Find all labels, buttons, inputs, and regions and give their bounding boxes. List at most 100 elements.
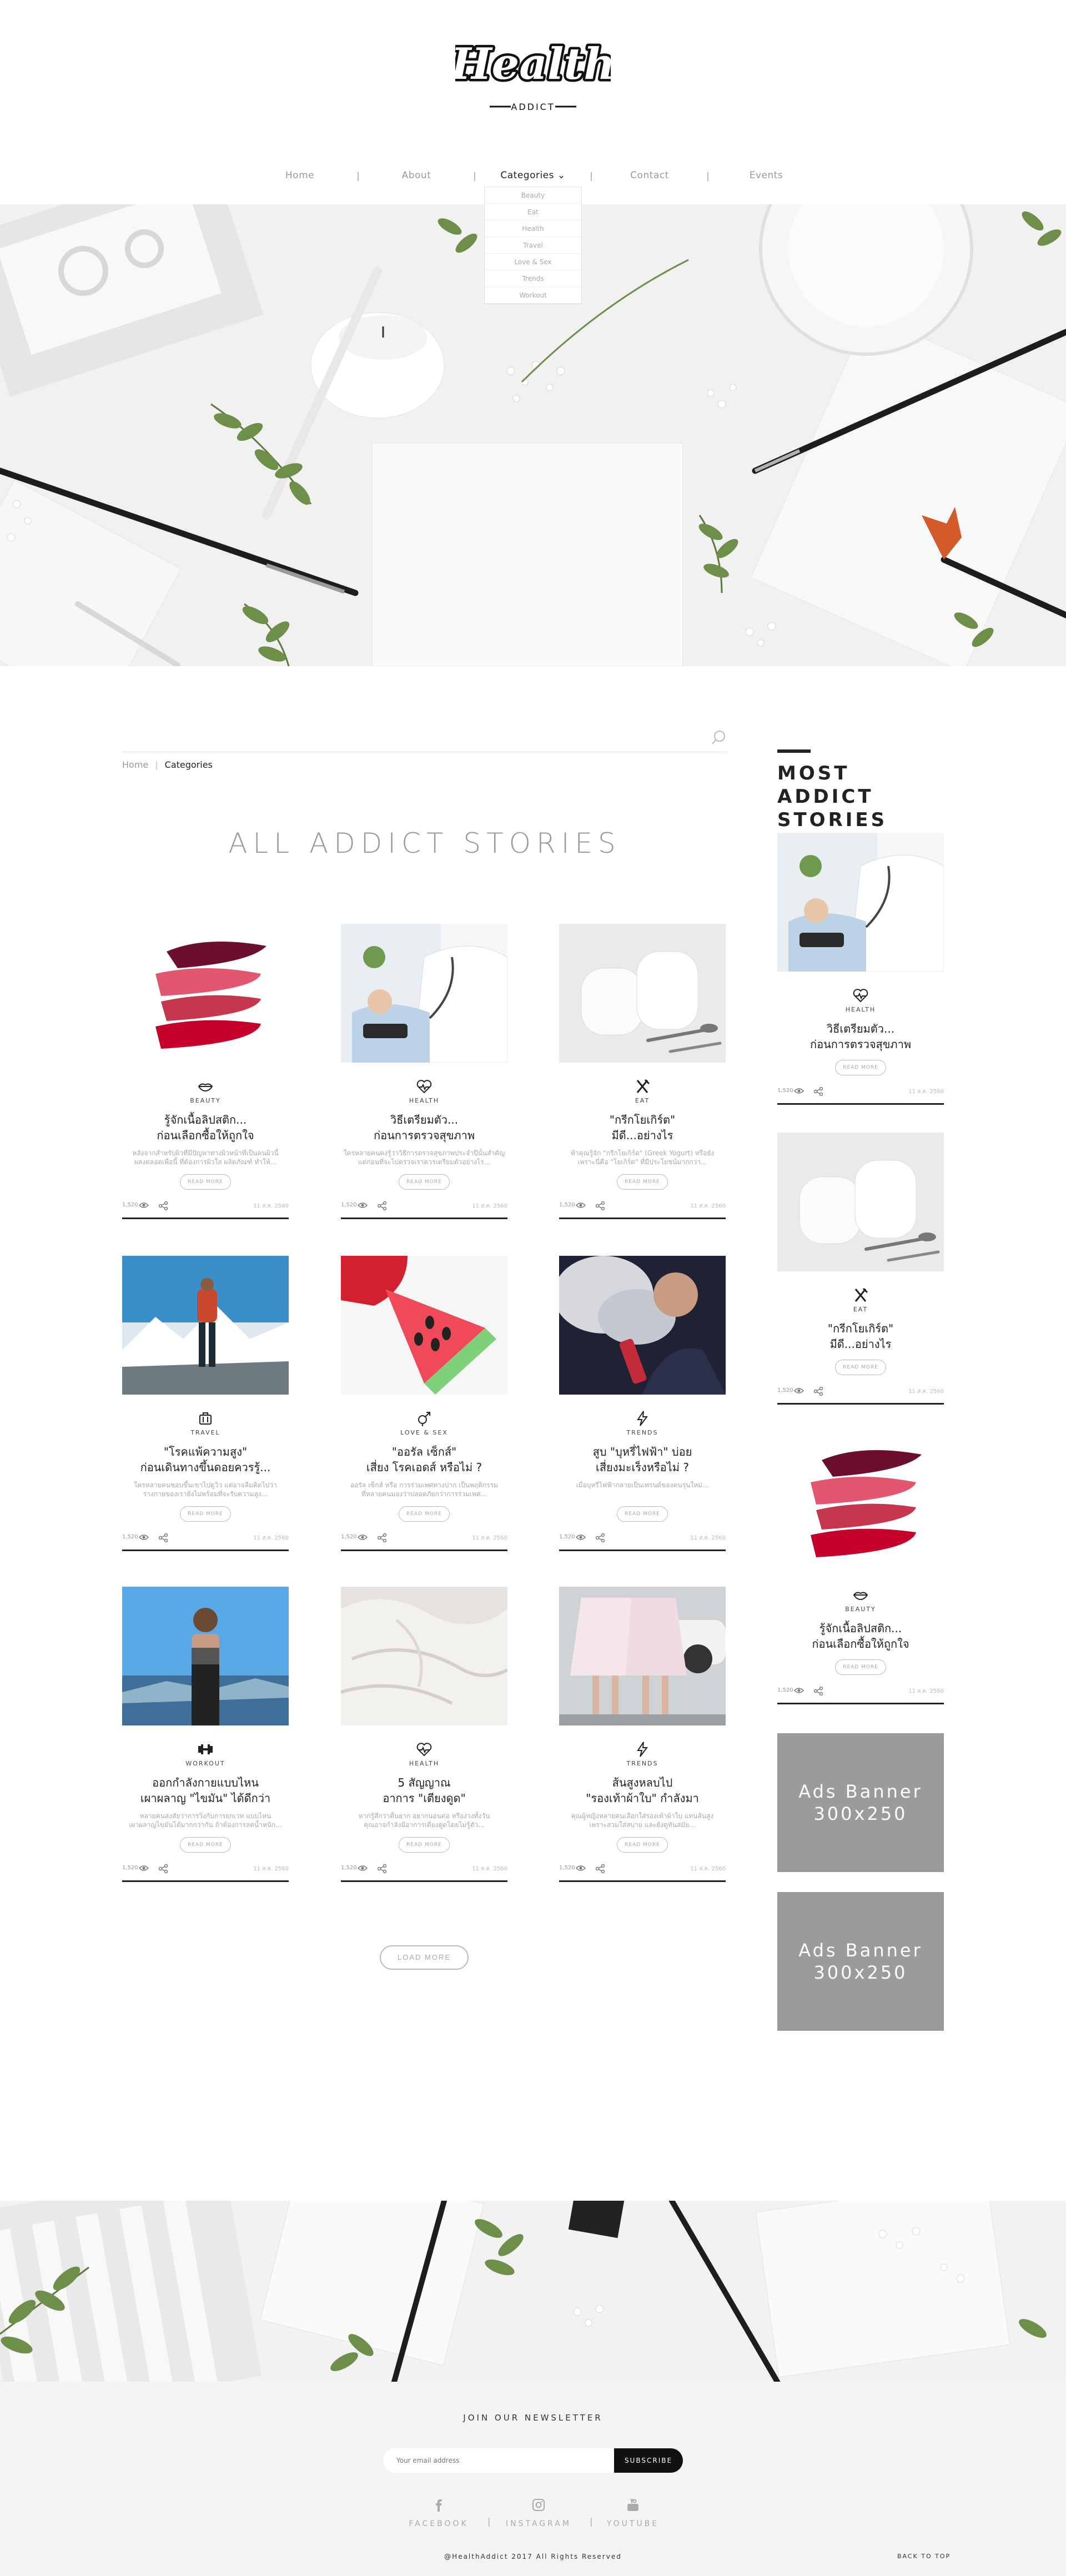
story-thumbnail[interactable]: [559, 1587, 726, 1725]
share-icon[interactable]: [596, 1201, 605, 1210]
story-thumbnail[interactable]: [777, 1432, 944, 1571]
dropdown-item-trends[interactable]: Trends: [485, 270, 581, 287]
newsletter-email-input[interactable]: [383, 2448, 615, 2473]
story-excerpt: หากรู้สึกว่าตื่นยาก อยากนอนต่อ หรือง่วงท…: [358, 1812, 490, 1829]
share-icon[interactable]: [596, 1533, 605, 1542]
read-more-button[interactable]: READ MORE: [180, 1174, 231, 1190]
site-logo[interactable]: Health Health ADDICT: [455, 28, 611, 122]
story-date: 11 ส.ค. 2560: [908, 1688, 944, 1694]
share-icon[interactable]: [378, 1864, 386, 1873]
share-icon[interactable]: [814, 1087, 823, 1096]
story-card: TRENDS ส้นสูงหลบไป "รองเท้าผ้าใบ" กำลังม…: [559, 1587, 726, 1882]
read-more-button[interactable]: READ MORE: [180, 1506, 231, 1522]
ads-banner[interactable]: Ads Banner 300x250: [777, 1892, 944, 2031]
card-divider: [777, 1703, 944, 1704]
share-icon[interactable]: [378, 1201, 386, 1210]
social-facebook[interactable]: FACEBOOK: [394, 2498, 483, 2528]
story-thumbnail[interactable]: [122, 1587, 289, 1725]
nav-home[interactable]: Home: [247, 170, 353, 181]
story-category: HEALTH: [409, 1097, 440, 1104]
story-title[interactable]: วิธีเตรียมตัว... ก่อนการตรวจสุขภาพ: [341, 1112, 507, 1143]
story-title[interactable]: ออกกำลังกายแบบไหน เผาผลาญ "ไขมัน" ได้ดีก…: [122, 1775, 289, 1806]
read-more-button[interactable]: READ MORE: [399, 1174, 450, 1190]
share-icon[interactable]: [159, 1864, 168, 1873]
dropdown-item-health[interactable]: Health: [485, 220, 581, 237]
eye-icon: [576, 1534, 586, 1541]
nav-separator: |: [706, 170, 710, 181]
nav-categories[interactable]: Categories ⌄: [480, 170, 586, 181]
share-icon[interactable]: [814, 1387, 823, 1396]
story-title[interactable]: "กรีกโยเกิร์ต" มีดี...อย่างไร: [559, 1112, 726, 1143]
social-youtube[interactable]: YOUTUBE: [589, 2498, 677, 2528]
breadcrumb-home[interactable]: Home: [122, 759, 148, 770]
read-more-button[interactable]: READ MORE: [399, 1837, 450, 1853]
load-more-button[interactable]: LOAD MORE: [380, 1945, 469, 1970]
read-more-button[interactable]: READ MORE: [617, 1506, 668, 1522]
story-card: HEALTH วิธีเตรียมตัว... ก่อนการตรวจสุขภา…: [341, 924, 507, 1219]
story-excerpt: ใครหลายคนคงรู้ว่าวิธีการตรวจสุขภาพประจำป…: [343, 1149, 505, 1166]
read-more-button[interactable]: READ MORE: [617, 1174, 668, 1190]
dropdown-item-workout[interactable]: Workout: [485, 287, 581, 304]
story-thumbnail[interactable]: [559, 924, 726, 1063]
story-card: BEAUTY รู้จักเนื้อลิปสติก... ก่อนเลือกซื…: [122, 924, 289, 1219]
dropdown-item-love-sex[interactable]: Love & Sex: [485, 254, 581, 270]
story-card: HEALTH 5 สัญญาณ อาการ "เตียงดูด" หากรู้ส…: [341, 1587, 507, 1882]
story-thumbnail[interactable]: [341, 1587, 507, 1725]
card-divider: [559, 1549, 726, 1551]
story-title[interactable]: วิธีเตรียมตัว... ก่อนการตรวจสุขภาพ: [777, 1021, 944, 1052]
facebook-icon: [436, 2499, 442, 2512]
story-title[interactable]: รู้จักเนื้อลิปสติก... ก่อนเลือกซื้อให้ถู…: [777, 1621, 944, 1652]
read-more-button[interactable]: READ MORE: [835, 1060, 886, 1075]
story-thumbnail[interactable]: [122, 924, 289, 1063]
ads-banner[interactable]: Ads Banner 300x250: [777, 1733, 944, 1872]
story-title[interactable]: "ออรัล เซ็กส์" เสี่ยง โรคเอดส์ หรือไม่ ?: [341, 1444, 507, 1475]
page-title: ALL ADDICT STORIES: [228, 827, 621, 859]
read-more-button[interactable]: READ MORE: [835, 1360, 886, 1375]
view-count: 1,520: [341, 1534, 357, 1540]
story-thumbnail[interactable]: [559, 1256, 726, 1395]
view-count: 1,520: [341, 1865, 357, 1871]
nav-contact[interactable]: Contact: [597, 170, 702, 181]
story-title[interactable]: ส้นสูงหลบไป "รองเท้าผ้าใบ" กำลังมา: [559, 1775, 726, 1806]
story-title[interactable]: "กรีกโยเกิร์ต" มีดี...อย่างไร: [777, 1321, 944, 1352]
eye-icon: [794, 1088, 804, 1094]
story-thumbnail[interactable]: [777, 1133, 944, 1271]
story-thumbnail[interactable]: [341, 1256, 507, 1395]
dropdown-item-beauty[interactable]: Beauty: [485, 187, 581, 204]
dropdown-item-eat[interactable]: Eat: [485, 204, 581, 220]
youtube-label: YOUTUBE: [606, 2519, 660, 2528]
back-to-top-link[interactable]: BACK TO TOP: [897, 2553, 951, 2560]
read-more-button[interactable]: READ MORE: [617, 1837, 668, 1853]
nav-events[interactable]: Events: [713, 170, 819, 181]
main-nav: Home | About | Categories ⌄ | Contact | …: [0, 164, 1066, 187]
story-title[interactable]: รู้จักเนื้อลิปสติก... ก่อนเลือกซื้อให้ถู…: [122, 1112, 289, 1143]
share-icon[interactable]: [378, 1533, 386, 1542]
story-excerpt: หลายคนสงสัยว่าการวิ่งกับการยกเวท แบบไหน …: [129, 1812, 282, 1829]
search-icon[interactable]: [711, 729, 727, 748]
story-title[interactable]: "โรคแพ้ความสูง" ก่อนเดินทางขึ้นดอยควรรู้…: [122, 1444, 289, 1475]
eye-icon: [358, 1202, 368, 1209]
subscribe-button[interactable]: SUBSCRIBE: [614, 2448, 683, 2473]
story-thumbnail[interactable]: [341, 924, 507, 1063]
story-card: TRENDS สูบ "บุหรี่ไฟฟ้า" บ่อย เสี่ยงมะเร…: [559, 1256, 726, 1551]
story-category: HEALTH: [845, 1006, 876, 1013]
read-more-button[interactable]: READ MORE: [399, 1506, 450, 1522]
nav-about[interactable]: About: [364, 170, 469, 181]
social-instagram[interactable]: INSTAGRAM: [494, 2498, 583, 2528]
story-date: 11 ส.ค. 2560: [472, 1203, 507, 1209]
share-icon[interactable]: [814, 1687, 823, 1695]
instagram-icon: [532, 2499, 545, 2511]
share-icon[interactable]: [159, 1533, 168, 1542]
story-thumbnail[interactable]: [122, 1256, 289, 1395]
share-icon[interactable]: [159, 1201, 168, 1210]
dropdown-item-travel[interactable]: Travel: [485, 237, 581, 254]
story-meta: 1,520 11 ส.ค. 2560: [122, 1864, 289, 1875]
card-divider: [122, 1880, 289, 1882]
story-title[interactable]: 5 สัญญาณ อาการ "เตียงดูด": [341, 1775, 507, 1806]
read-more-button[interactable]: READ MORE: [835, 1659, 886, 1675]
story-meta: 1,520 11 ส.ค. 2560: [122, 1201, 289, 1212]
read-more-button[interactable]: READ MORE: [180, 1837, 231, 1853]
story-thumbnail[interactable]: [777, 833, 944, 972]
share-icon[interactable]: [596, 1864, 605, 1873]
story-title[interactable]: สูบ "บุหรี่ไฟฟ้า" บ่อย เสี่ยงมะเร็งหรือไ…: [559, 1444, 726, 1475]
